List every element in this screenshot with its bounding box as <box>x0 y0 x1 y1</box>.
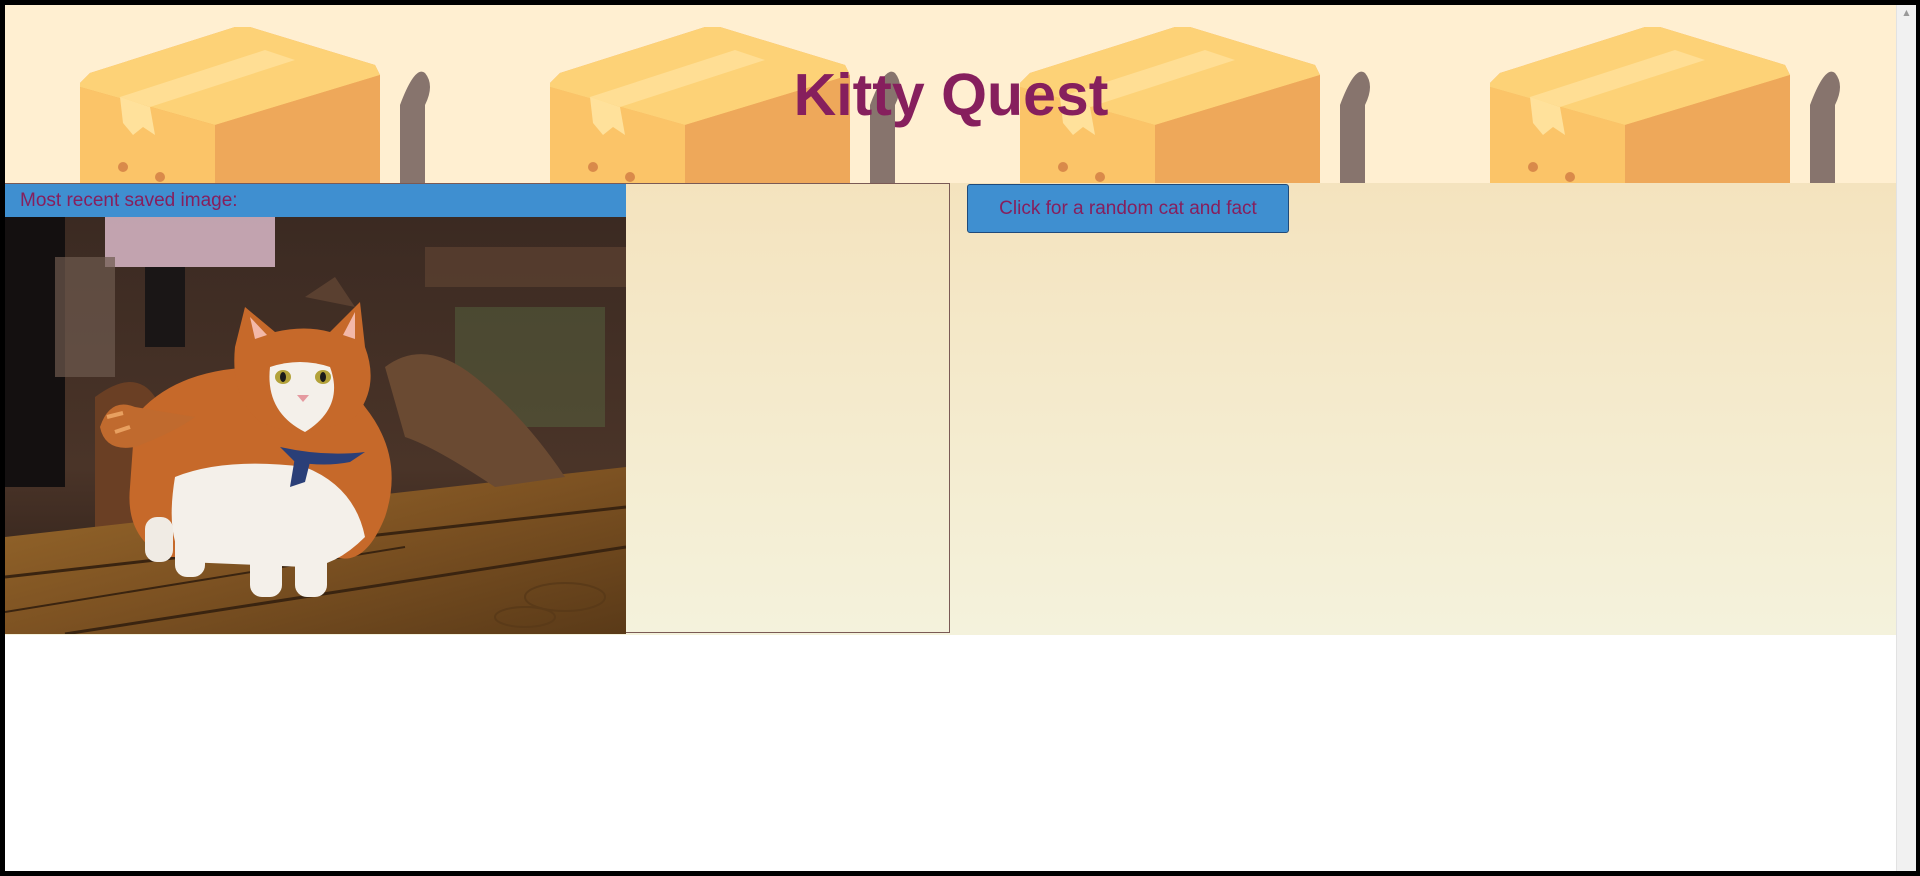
random-cat-button[interactable]: Click for a random cat and fact <box>967 184 1289 233</box>
header-banner: Kitty Quest <box>5 5 1897 183</box>
saved-cat-image <box>5 217 626 634</box>
page-title: Kitty Quest <box>793 62 1109 128</box>
browser-viewport: Kitty Quest Most recent saved image: Cli… <box>5 5 1916 871</box>
saved-image-label: Most recent saved image: <box>5 184 626 217</box>
saved-image-panel: Most recent saved image: <box>5 183 950 634</box>
scroll-up-icon[interactable]: ▲ <box>1897 5 1916 19</box>
main-content: Most recent saved image: Click for a ran… <box>5 183 1897 635</box>
vertical-scrollbar[interactable]: ▲ <box>1896 5 1916 871</box>
